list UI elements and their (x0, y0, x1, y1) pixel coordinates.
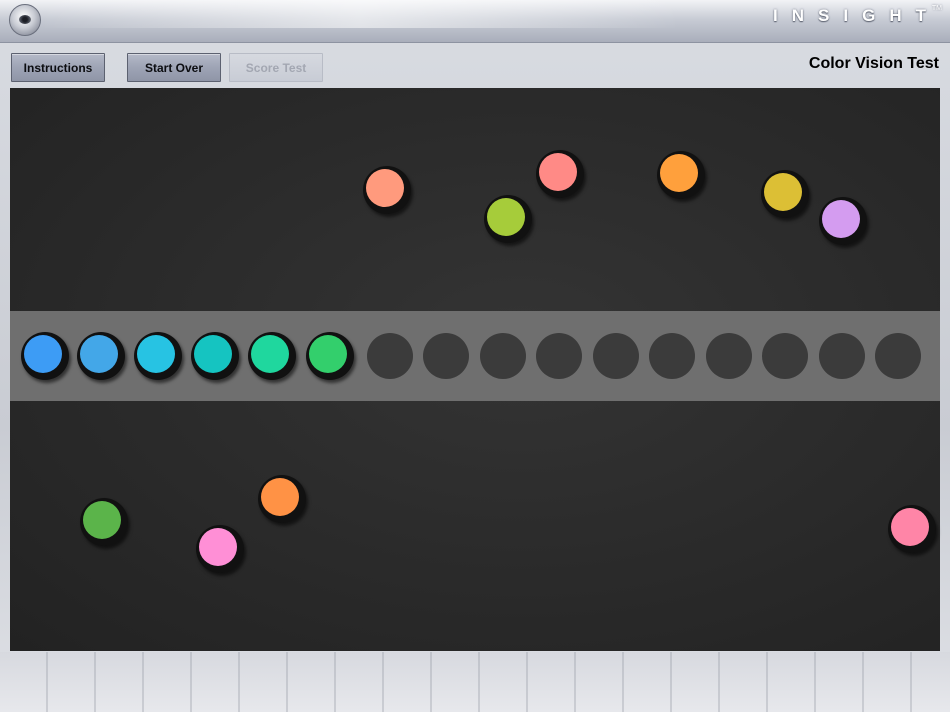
loose-cap[interactable] (363, 166, 411, 214)
empty-slot[interactable] (593, 333, 639, 379)
cap-face (539, 153, 577, 191)
cap-face (83, 501, 121, 539)
page-title: Color Vision Test (808, 55, 939, 72)
empty-slot[interactable] (706, 333, 752, 379)
cap-face (194, 335, 232, 373)
banner-shine (40, 0, 680, 28)
cap-face (487, 198, 525, 236)
loose-cap[interactable] (258, 475, 306, 523)
start-over-button[interactable]: Start Over (127, 53, 221, 82)
eye-logo-icon (9, 4, 41, 36)
score-test-button: Score Test (229, 53, 323, 82)
placed-cap[interactable] (134, 332, 182, 380)
loose-cap[interactable] (80, 498, 128, 546)
loose-cap[interactable] (484, 195, 532, 243)
empty-slot[interactable] (819, 333, 865, 379)
placed-cap[interactable] (77, 332, 125, 380)
loose-cap[interactable] (761, 170, 809, 218)
loose-cap[interactable] (196, 525, 244, 573)
cap-face (822, 200, 860, 238)
cap-face (251, 335, 289, 373)
brand-logo: INSIGHT (773, 6, 940, 25)
placed-cap[interactable] (21, 332, 69, 380)
placed-cap[interactable] (248, 332, 296, 380)
empty-slot[interactable] (536, 333, 582, 379)
loose-cap[interactable] (888, 505, 936, 553)
placed-cap[interactable] (306, 332, 354, 380)
eye-iris (19, 15, 31, 24)
cap-face (261, 478, 299, 516)
empty-slot[interactable] (649, 333, 695, 379)
loose-cap[interactable] (657, 151, 705, 199)
brand-trademark: TM (931, 5, 942, 12)
loose-cap[interactable] (819, 197, 867, 245)
empty-slot[interactable] (480, 333, 526, 379)
cap-face (366, 169, 404, 207)
cap-face (24, 335, 62, 373)
header-banner: INSIGHT TM (0, 0, 950, 43)
cap-face (199, 528, 237, 566)
loose-cap[interactable] (536, 150, 584, 198)
cap-face (309, 335, 347, 373)
empty-slot[interactable] (367, 333, 413, 379)
test-board (10, 88, 940, 651)
cap-face (80, 335, 118, 373)
cap-face (764, 173, 802, 211)
floor-background (0, 652, 950, 712)
instructions-button[interactable]: Instructions (11, 53, 105, 82)
cap-face (660, 154, 698, 192)
empty-slot[interactable] (762, 333, 808, 379)
cap-face (137, 335, 175, 373)
empty-slot[interactable] (875, 333, 921, 379)
cap-face (891, 508, 929, 546)
placed-cap[interactable] (191, 332, 239, 380)
empty-slot[interactable] (423, 333, 469, 379)
